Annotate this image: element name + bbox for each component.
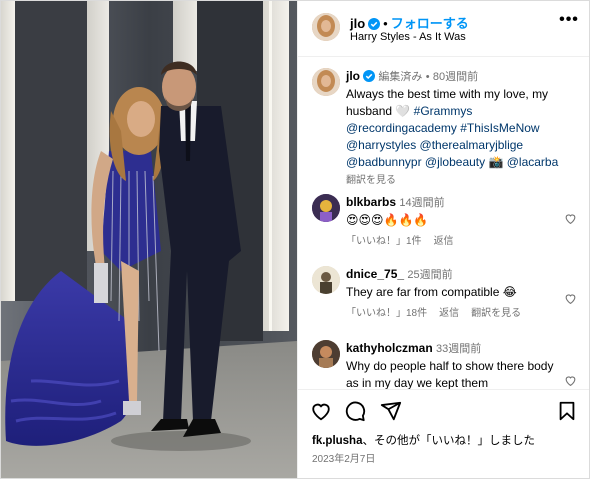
comment-username[interactable]: kathyholczman (346, 341, 433, 355)
heart-icon[interactable] (310, 400, 332, 422)
comment-username[interactable]: blkbarbs (346, 195, 396, 209)
comment-translate-link[interactable]: 翻訳を見る (471, 308, 521, 319)
post-header: jlo • フォローする Harry Styles - As It Was ••• (298, 1, 589, 57)
comment-time: 33週間前 (436, 343, 482, 355)
heart-icon[interactable] (564, 374, 577, 387)
author-line: jlo • フォローする (350, 13, 469, 32)
commenter-avatar[interactable] (312, 194, 340, 222)
instagram-post-window: jlo • フォローする Harry Styles - As It Was ••• … (0, 0, 590, 479)
caption-time: 80週間前 (432, 71, 479, 83)
post-photo[interactable] (1, 1, 297, 478)
heart-icon[interactable] (564, 292, 577, 305)
comments-list[interactable]: jlo 編集済み • 80週間前 Always the best time wi… (298, 58, 589, 389)
separator-dot: • (383, 16, 388, 31)
author-username[interactable]: jlo (350, 16, 365, 31)
author-avatar[interactable] (312, 13, 340, 41)
comment-reply-button[interactable]: 返信 (439, 308, 459, 319)
caption-translate-link[interactable]: 翻訳を見る (346, 175, 396, 186)
comment-likes[interactable]: 「いいね！」1件 (346, 236, 422, 247)
commenter-avatar[interactable] (312, 266, 340, 294)
comment-text: Why do people half to show there body as… (346, 359, 554, 389)
liked-by-text: fk.plusha、その他が「いいね！」しました (312, 432, 535, 448)
caption-sep: • (425, 71, 430, 83)
comment-text: 😍😍😍🔥🔥🔥 (346, 213, 429, 227)
comment-time: 25週間前 (407, 269, 453, 281)
comment-likes[interactable]: 「いいね！」18件 (346, 308, 427, 319)
bookmark-icon[interactable] (556, 400, 578, 422)
comment-icon[interactable] (344, 400, 366, 422)
liked-by-rest[interactable]: 、その他が「いいね！」しました (362, 435, 535, 447)
post-actions: fk.plusha、その他が「いいね！」しました 2023年2月7日 (298, 389, 589, 478)
caption-edited: 編集済み (378, 71, 423, 83)
send-icon[interactable] (380, 400, 402, 422)
caption-body: jlo 編集済み • 80週間前 Always the best time wi… (346, 68, 578, 189)
caption-author-avatar[interactable] (312, 68, 340, 96)
comment-body: kathyholczman 33週間前 Why do people half t… (346, 340, 556, 389)
comment-reply-button[interactable]: 返信 (434, 236, 454, 247)
verified-badge-icon (368, 18, 381, 30)
liked-by-username[interactable]: fk.plusha (312, 435, 362, 447)
comment-body: dnice_75_ 25週間前 They are far from compat… (346, 266, 556, 322)
comment-username[interactable]: dnice_75_ (346, 267, 404, 281)
comment-time: 14週間前 (399, 197, 445, 209)
verified-badge-icon (363, 70, 375, 82)
commenter-avatar[interactable] (312, 340, 340, 368)
heart-icon[interactable] (564, 212, 577, 225)
post-side-panel: jlo • フォローする Harry Styles - As It Was ••• … (297, 1, 589, 478)
couple-photo (1, 1, 297, 478)
comment-text: They are far from compatible 😂 (346, 285, 517, 299)
caption-username[interactable]: jlo (346, 69, 360, 83)
follow-button[interactable]: フォローする (391, 16, 469, 31)
post-date[interactable]: 2023年2月7日 (312, 450, 375, 465)
audio-track-link[interactable]: Harry Styles - As It Was (350, 31, 466, 43)
caption-text: Always the best time with my love, my hu… (346, 86, 578, 171)
more-options-icon[interactable]: ••• (559, 12, 579, 33)
comment-body: blkbarbs 14週間前 😍😍😍🔥🔥🔥 「いいね！」1件 返信 (346, 194, 556, 250)
